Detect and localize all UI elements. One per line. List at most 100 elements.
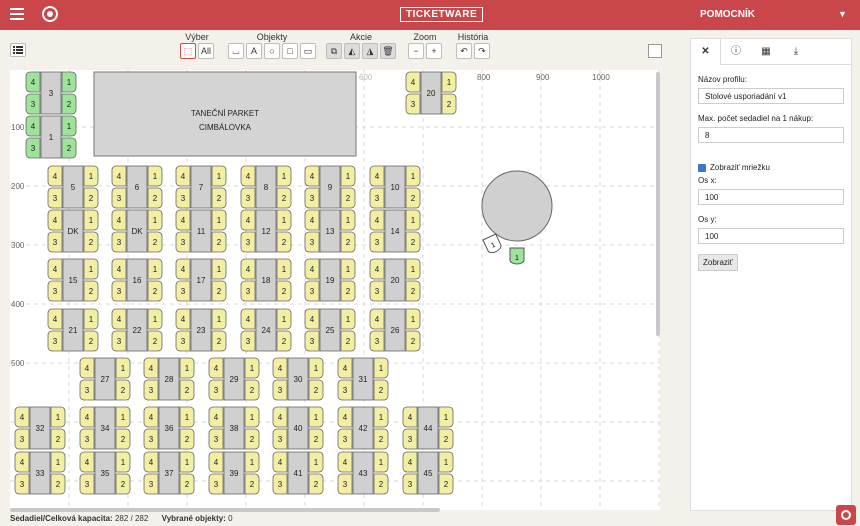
seat[interactable]: 4	[47, 258, 63, 280]
seat[interactable]: 3	[47, 280, 63, 302]
seat[interactable]: 4	[143, 451, 159, 473]
circle-icon[interactable]: ○	[264, 43, 280, 59]
flip-vertical-icon[interactable]: ◮	[362, 43, 378, 59]
seat[interactable]: 4	[337, 357, 353, 379]
seat[interactable]: 1	[405, 258, 421, 280]
seat[interactable]: 2	[179, 473, 195, 495]
table-group[interactable]: 4 3 1 2 38	[208, 406, 260, 450]
table-group[interactable]: 4 3 1 2 33	[14, 451, 66, 495]
seat[interactable]: 2	[373, 428, 389, 450]
seat[interactable]: 4	[405, 71, 421, 93]
seat[interactable]: 1	[50, 451, 66, 473]
round-table-seat[interactable]: 1	[509, 247, 525, 265]
seat[interactable]: 2	[179, 379, 195, 401]
seat[interactable]: 4	[175, 209, 191, 231]
table-group[interactable]: 4 3 1 2 35	[79, 451, 131, 495]
table-group[interactable]: 4 3 1 2 36	[143, 406, 195, 450]
seat[interactable]: 2	[50, 473, 66, 495]
seat[interactable]: 4	[304, 258, 320, 280]
app-logo-icon[interactable]	[836, 505, 856, 525]
seat[interactable]: 1	[61, 115, 77, 137]
table-group[interactable]: 4 3 1 2 26	[369, 308, 421, 352]
seat[interactable]: 4	[25, 71, 41, 93]
seat[interactable]: 2	[276, 330, 292, 352]
table-group[interactable]: 4 3 1 2 DK	[47, 209, 99, 253]
seat[interactable]: 1	[83, 209, 99, 231]
seat[interactable]: 4	[14, 451, 30, 473]
seat[interactable]: 3	[175, 187, 191, 209]
seat[interactable]: 1	[373, 357, 389, 379]
seat[interactable]: 2	[244, 379, 260, 401]
show-grid-checkbox[interactable]	[698, 163, 706, 172]
table-group[interactable]: 4 3 1 2 16	[111, 258, 163, 302]
seat[interactable]: 2	[308, 428, 324, 450]
round-table[interactable]	[481, 170, 553, 242]
seat[interactable]: 2	[244, 428, 260, 450]
seat[interactable]: 3	[240, 330, 256, 352]
seat[interactable]: 1	[244, 451, 260, 473]
seat[interactable]: 1	[405, 308, 421, 330]
table-group[interactable]: 4 3 1 2 25	[304, 308, 356, 352]
seat[interactable]: 4	[111, 165, 127, 187]
seat[interactable]: 3	[304, 231, 320, 253]
table-group[interactable]: 4 3 1 2 8	[240, 165, 292, 209]
table-group[interactable]: 4 3 1 2 28	[143, 357, 195, 401]
seat[interactable]: 1	[244, 357, 260, 379]
seat[interactable]: 1	[438, 406, 454, 428]
seat[interactable]: 4	[272, 406, 288, 428]
selection-icon[interactable]: ⬚	[180, 43, 196, 59]
seat[interactable]: 1	[211, 308, 227, 330]
table-group[interactable]: 4 3 1 2 30	[272, 357, 324, 401]
seat[interactable]: 2	[405, 187, 421, 209]
seat[interactable]: 2	[61, 137, 77, 159]
redo-icon[interactable]: ↷	[474, 43, 490, 59]
seat[interactable]: 4	[337, 451, 353, 473]
seat[interactable]: 2	[244, 473, 260, 495]
table-group[interactable]: 4 3 1 2 45	[402, 451, 454, 495]
seat[interactable]: 1	[438, 451, 454, 473]
seat[interactable]: 2	[83, 231, 99, 253]
seat[interactable]: 4	[369, 165, 385, 187]
seat[interactable]: 4	[402, 451, 418, 473]
table-group[interactable]: 4 3 1 2 15	[47, 258, 99, 302]
seat[interactable]: 2	[147, 187, 163, 209]
seat[interactable]: 1	[83, 308, 99, 330]
seat[interactable]: 2	[438, 428, 454, 450]
seat[interactable]: 1	[340, 258, 356, 280]
seat[interactable]: 4	[272, 451, 288, 473]
seat[interactable]: 2	[83, 187, 99, 209]
seat[interactable]: 4	[369, 308, 385, 330]
table-group[interactable]: 4 3 1 2 5	[47, 165, 99, 209]
seat[interactable]: 3	[79, 473, 95, 495]
seat[interactable]: 3	[208, 473, 224, 495]
table-group[interactable]: 4 3 1 2 40	[272, 406, 324, 450]
seat[interactable]: 1	[308, 406, 324, 428]
seat[interactable]: 1	[83, 165, 99, 187]
table-group[interactable]: 4 3 1 2 27	[79, 357, 131, 401]
seat[interactable]: 3	[25, 137, 41, 159]
seat[interactable]: 2	[340, 231, 356, 253]
seat[interactable]: 1	[61, 71, 77, 93]
seat[interactable]: 3	[175, 280, 191, 302]
seat[interactable]: 2	[276, 231, 292, 253]
seat[interactable]: 1	[147, 165, 163, 187]
seat[interactable]: 2	[373, 473, 389, 495]
seat[interactable]: 2	[276, 187, 292, 209]
seat[interactable]: 4	[240, 258, 256, 280]
seat[interactable]: 4	[304, 165, 320, 187]
seat[interactable]: 2	[438, 473, 454, 495]
seat[interactable]: 1	[373, 406, 389, 428]
seat[interactable]: 1	[179, 357, 195, 379]
seat[interactable]: 2	[61, 93, 77, 115]
table-group[interactable]: 4 3 1 2 44	[402, 406, 454, 450]
seat[interactable]: 3	[337, 473, 353, 495]
seat[interactable]: 4	[79, 406, 95, 428]
seat[interactable]: 2	[211, 231, 227, 253]
seat[interactable]: 4	[240, 308, 256, 330]
seat[interactable]: 1	[373, 451, 389, 473]
seat[interactable]: 3	[304, 280, 320, 302]
seat[interactable]: 1	[179, 451, 195, 473]
seat[interactable]: 3	[111, 280, 127, 302]
undo-icon[interactable]: ↶	[456, 43, 472, 59]
seat[interactable]: 3	[240, 187, 256, 209]
